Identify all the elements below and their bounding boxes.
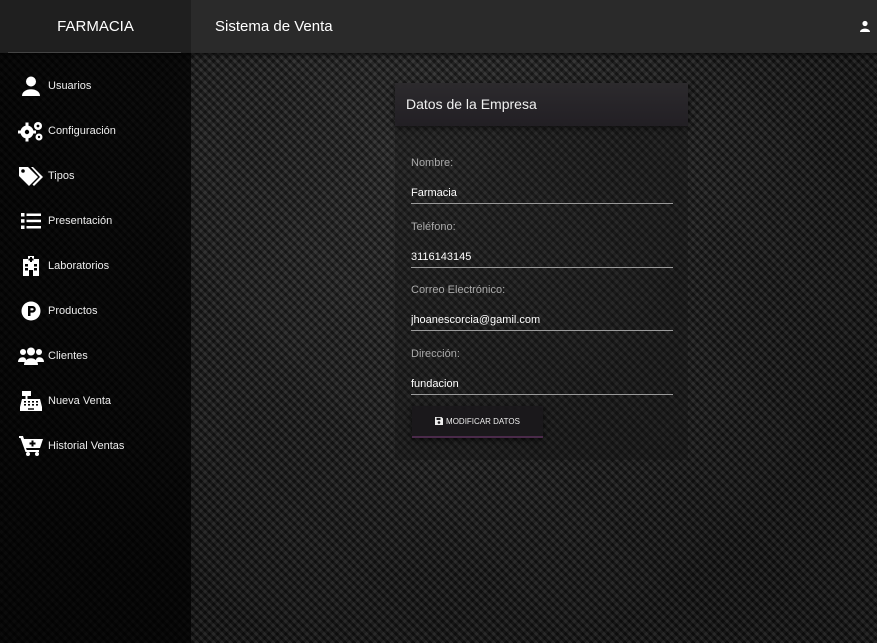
tags-icon (18, 165, 44, 187)
app-title: Sistema de Venta (215, 18, 333, 35)
telefono-field[interactable] (411, 247, 673, 268)
user-icon[interactable] (859, 20, 871, 32)
save-icon (435, 417, 444, 425)
brand-logo[interactable]: FARMACIA (0, 0, 191, 53)
sidebar-item-tipos[interactable]: Tipos (0, 153, 191, 198)
nombre-label: Nombre: (411, 157, 454, 169)
sidebar-item-label: Configuración (48, 124, 116, 137)
list-icon (18, 210, 44, 232)
users-icon (18, 345, 44, 367)
nombre-field[interactable] (411, 183, 673, 204)
modify-data-button[interactable]: MODIFICAR DATOS (412, 406, 543, 438)
top-navbar: FARMACIA Sistema de Venta (0, 0, 877, 53)
direccion-field[interactable] (411, 374, 673, 395)
sidebar-item-configuracion[interactable]: Configuración (0, 108, 191, 153)
sidebar-item-label: Presentación (48, 214, 113, 227)
sidebar-item-nueva-venta[interactable]: Nueva Venta (0, 378, 191, 423)
sidebar-item-label: Historial Ventas (48, 439, 125, 452)
sidebar-item-label: Tipos (48, 169, 75, 182)
sidebar-item-label: Productos (48, 304, 98, 317)
company-card-header: Datos de la Empresa (395, 83, 688, 126)
sidebar-item-usuarios[interactable]: Usuarios (0, 63, 191, 108)
sidebar-item-label: Nueva Venta (48, 394, 111, 407)
cash-register-icon (18, 390, 44, 412)
sidebar-item-presentacion[interactable]: Presentación (0, 198, 191, 243)
correo-field[interactable] (411, 310, 673, 331)
sidebar-item-label: Usuarios (48, 79, 92, 92)
sidebar-item-label: Laboratorios (48, 259, 110, 272)
sidebar-item-historial-ventas[interactable]: Historial Ventas (0, 423, 191, 468)
cart-plus-icon (18, 435, 44, 457)
parking-icon (18, 300, 44, 322)
modify-data-label: MODIFICAR DATOS (446, 416, 520, 426)
company-card-title: Datos de la Empresa (406, 96, 537, 112)
direccion-label: Dirección: (411, 348, 460, 360)
sidebar: Usuarios Configuración Tipos Presentació… (0, 53, 191, 643)
sidebar-item-productos[interactable]: Productos (0, 288, 191, 333)
sidebar-item-label: Clientes (48, 349, 88, 362)
sidebar-item-laboratorios[interactable]: Laboratorios (0, 243, 191, 288)
sidebar-item-clientes[interactable]: Clientes (0, 333, 191, 378)
user-icon (18, 75, 44, 97)
gears-icon (18, 120, 44, 142)
correo-label: Correo Electrónico: (411, 284, 506, 296)
telefono-label: Teléfono: (411, 221, 456, 233)
hospital-icon (18, 255, 44, 277)
